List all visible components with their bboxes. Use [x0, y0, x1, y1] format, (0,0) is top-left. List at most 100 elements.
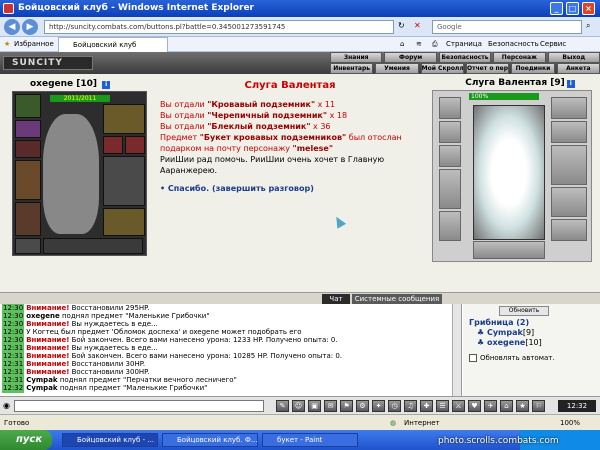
home-icon[interactable]: ⌂	[400, 37, 404, 52]
status-bar: Готово ◍ Интернет 100%	[0, 414, 600, 430]
tool-icon[interactable]: ✎	[276, 400, 289, 412]
search-icon[interactable]: ⌕	[586, 21, 590, 31]
taskbar-item[interactable]: Бойцовский клуб. Ф...	[162, 433, 258, 447]
menu-my-scroll[interactable]: Мой Скролл	[420, 63, 464, 74]
weapon-slot[interactable]	[15, 160, 41, 200]
address-bar: ◀ ▶ http://suncity.combats.com/buttons.p…	[0, 17, 600, 37]
refresh-button[interactable]: Обновить	[499, 306, 549, 316]
ring2-slot[interactable]	[125, 136, 145, 154]
tool-icon[interactable]: ◷	[388, 400, 401, 412]
maximize-button[interactable]: □	[566, 2, 579, 15]
tool-icon[interactable]: ✈	[484, 400, 497, 412]
minimize-button[interactable]: _	[550, 2, 563, 15]
tool-icon[interactable]: ⚔	[452, 400, 465, 412]
tool-icon[interactable]: ☰	[436, 400, 449, 412]
tool-icon[interactable]: ★	[516, 400, 529, 412]
watermark: photo.scrolls.combats.com	[438, 436, 559, 446]
start-button[interactable]: пуск	[0, 430, 52, 450]
clan-icon: ♣	[477, 328, 485, 337]
tool-icon[interactable]: ⌂	[500, 400, 513, 412]
gloves-slot[interactable]	[103, 104, 145, 134]
tools-menu[interactable]: Сервис	[540, 37, 566, 52]
url-field[interactable]: http://suncity.combats.com/buttons.pl?ba…	[44, 20, 394, 34]
info-icon[interactable]: i	[102, 81, 111, 89]
menu-battles[interactable]: Поединки	[511, 63, 555, 74]
chat-input[interactable]	[14, 400, 264, 412]
chat-scrollbar[interactable]	[452, 304, 461, 396]
game-clock: 12:32	[558, 400, 596, 412]
suncity-logo: SUNCITY	[3, 56, 93, 70]
close-button[interactable]: ×	[582, 2, 595, 15]
armor-slot[interactable]	[15, 202, 41, 236]
player-doll: 2011/2011	[12, 91, 147, 256]
stop-icon[interactable]: ✕	[414, 21, 421, 30]
forward-button[interactable]: ▶	[22, 19, 38, 35]
search-input[interactable]: Google	[432, 20, 582, 34]
given-line-2: Вы отдали "Черепичный подземник" x 18	[160, 111, 348, 120]
feeds-icon[interactable]: ≋	[416, 37, 422, 52]
page-menu[interactable]: Страница	[446, 37, 482, 52]
npc-slot-11	[473, 241, 545, 259]
belt-slot[interactable]	[15, 238, 41, 254]
online-user[interactable]: ♣ Cympak[9]	[477, 328, 534, 337]
tool-icon[interactable]: ☺	[292, 400, 305, 412]
tool-icon[interactable]: ✦	[372, 400, 385, 412]
npc-figure	[473, 105, 545, 240]
tool-icon[interactable]: ⚑	[340, 400, 353, 412]
menu-inventory[interactable]: Инвентарь	[330, 63, 374, 74]
thanks-action-link[interactable]: • Спасибо. (завершить разговор)	[160, 184, 314, 193]
taskbar-item[interactable]: букет - Paint	[262, 433, 358, 447]
location-title: Грибница (2)	[469, 318, 530, 327]
tool-icon[interactable]: ✚	[420, 400, 433, 412]
print-icon[interactable]: ⎙	[432, 37, 438, 52]
menu-exit[interactable]: Выход	[547, 52, 600, 63]
tool-icon[interactable]: ♥	[468, 400, 481, 412]
tool-icon[interactable]: ▣	[308, 400, 321, 412]
npc-level: [9]	[550, 78, 565, 88]
npc-slot-7	[551, 121, 587, 143]
zoom-level[interactable]: 100%	[560, 415, 580, 431]
auto-refresh-checkbox[interactable]: Обновлять автомат.	[469, 354, 555, 362]
browser-tab[interactable]: Бойцовский клуб	[58, 37, 168, 52]
chat-tab-bar: Чат Системные сообщения	[0, 292, 600, 304]
menu-security[interactable]: Безопасность	[438, 52, 492, 63]
npc-slot-10	[551, 219, 587, 241]
tab-system-messages[interactable]: Системные сообщения	[352, 294, 442, 304]
menu-profile[interactable]: Анкета	[556, 63, 600, 74]
npc-speech: РииШии рад помочь. РииШии очень хочет в …	[160, 155, 385, 175]
menu-skills[interactable]: Умения	[375, 63, 419, 74]
necklace-slot[interactable]	[15, 140, 41, 158]
earring-slot[interactable]	[15, 120, 41, 138]
favorites-star-icon[interactable]: ★	[4, 37, 10, 52]
online-user[interactable]: ♣ oxegene[10]	[477, 338, 542, 347]
mouse-cursor-icon	[331, 214, 347, 229]
tool-icon[interactable]: ♫	[404, 400, 417, 412]
player-level: [10]	[76, 79, 98, 89]
menu-transfers[interactable]: Отчет о переводах	[465, 63, 510, 74]
game-menu-top: Знания Форум Безопасность Персонаж Выход	[330, 52, 600, 63]
tool-icon[interactable]: ⚙	[356, 400, 369, 412]
security-menu[interactable]: Безопасность	[488, 37, 539, 52]
clan-icon: ♣	[477, 338, 485, 347]
tool-icon[interactable]: ✉	[324, 400, 337, 412]
tool-icon[interactable]: ⚐	[532, 400, 545, 412]
shield-slot[interactable]	[103, 156, 145, 206]
helmet-slot[interactable]	[15, 94, 41, 118]
boots-slot[interactable]	[103, 208, 145, 236]
player-name[interactable]: oxegene [10] i	[30, 79, 111, 89]
tab-chat[interactable]: Чат	[322, 294, 350, 304]
taskbar-item[interactable]: Бойцовский клуб - ...	[62, 433, 158, 447]
menu-forum[interactable]: Форум	[384, 52, 437, 63]
npc-doll: 100%	[432, 90, 592, 262]
menu-knowledge[interactable]: Знания	[330, 52, 383, 63]
main-area: oxegene [10] i 2011/2011 Слуга Валентая …	[0, 74, 600, 292]
back-button[interactable]: ◀	[4, 19, 20, 35]
ring1-slot[interactable]	[103, 136, 123, 154]
location-panel: Обновить Грибница (2) ♣ Cympak[9] ♣ oxeg…	[463, 304, 600, 396]
npc-info-icon[interactable]: i	[566, 80, 575, 88]
chat-mode-icon[interactable]: ◉	[3, 401, 10, 410]
belt-items[interactable]	[43, 238, 143, 254]
menu-character[interactable]: Персонаж	[493, 52, 546, 63]
favorites-button[interactable]: Избранное	[14, 37, 54, 52]
refresh-icon[interactable]: ↻	[398, 21, 405, 30]
